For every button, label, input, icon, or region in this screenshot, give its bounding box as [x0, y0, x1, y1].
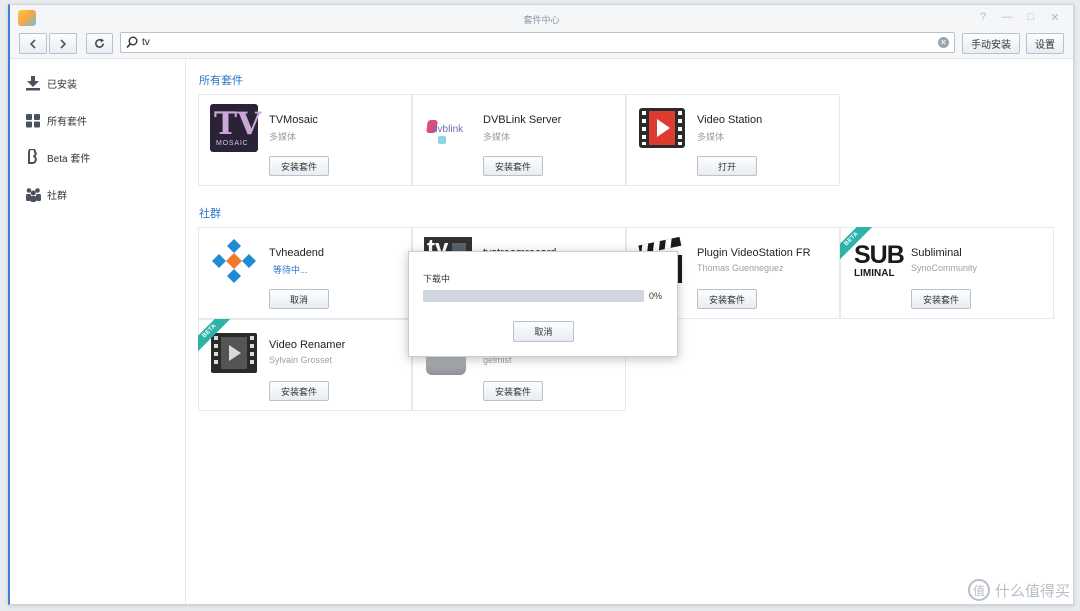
download-icon [24, 75, 42, 91]
dialog-cancel-button[interactable]: 取消 [513, 321, 574, 342]
chevron-left-icon [29, 38, 36, 49]
install-button[interactable]: 安装套件 [483, 156, 543, 176]
back-button[interactable] [19, 33, 47, 54]
beta-badge: BETA [198, 319, 230, 351]
package-card-tvmosaic[interactable]: TV MOSAIC TVMosaic 多媒体 安装套件 [198, 94, 412, 186]
package-author: Thomas Guenneguez [697, 263, 784, 273]
section-title-community: 社群 [199, 208, 221, 220]
beta-badge: BETA [840, 227, 872, 259]
sidebar-item-label: 所有套件 [47, 116, 87, 128]
package-name: TVMosaic [269, 114, 318, 126]
package-name: Video Station [697, 114, 763, 126]
forward-button[interactable] [49, 33, 77, 54]
download-progress-dialog: 下载中 0% 取消 [408, 251, 678, 357]
watermark-icon: 值 [967, 579, 990, 601]
package-status: 等待中... [273, 265, 308, 275]
sidebar-item-installed[interactable]: 已安装 [24, 73, 77, 93]
video-station-logo-icon [638, 104, 686, 152]
beta-icon [24, 149, 42, 165]
sidebar-item-beta[interactable]: Beta 套件 [24, 147, 90, 167]
package-card-dvblink[interactable]: dvblink DVBLink Server 多媒体 安装套件 [412, 94, 626, 186]
package-category: 多媒体 [697, 132, 725, 142]
sidebar-item-all-packages[interactable]: 所有套件 [24, 110, 87, 130]
install-button[interactable]: 安装套件 [911, 289, 971, 309]
install-button[interactable]: 安装套件 [269, 156, 329, 176]
package-name: Tvheadend [269, 247, 325, 259]
package-category: 多媒体 [269, 132, 297, 142]
progress-percent: 0% [649, 291, 663, 301]
window-title: 套件中心 [523, 15, 560, 25]
search-input[interactable] [142, 35, 932, 50]
clear-search-icon[interactable]: ✕ [938, 37, 949, 48]
close-icon[interactable]: ✕ [1048, 11, 1062, 24]
watermark: 值 什么值得买 [967, 579, 1070, 601]
minimize-icon[interactable]: — [1000, 11, 1014, 23]
search-icon [126, 36, 138, 49]
install-button[interactable]: 安装套件 [697, 289, 757, 309]
open-button[interactable]: 打开 [697, 156, 757, 176]
dvblink-logo-icon: dvblink [424, 104, 472, 152]
tvheadend-logo-icon [210, 237, 258, 285]
grid-icon [24, 112, 42, 128]
sidebar-item-label: Beta 套件 [47, 153, 91, 165]
help-icon[interactable]: ? [976, 11, 990, 23]
install-button[interactable]: 安装套件 [269, 381, 329, 401]
section-title-all-packages: 所有套件 [199, 75, 243, 87]
package-name: DVBLink Server [483, 114, 562, 126]
cancel-install-button[interactable]: 取消 [269, 289, 329, 309]
package-author: Sylvain Grosset [269, 355, 333, 365]
package-card-tvheadend[interactable]: Tvheadend 等待中... 取消 [198, 227, 412, 319]
maximize-icon[interactable]: □ [1024, 11, 1038, 23]
package-name: Plugin VideoStation FR [697, 247, 811, 259]
sidebar-item-community[interactable]: 社群 [24, 184, 67, 204]
sidebar: 已安装 所有套件 Beta 套件 社群 [10, 60, 186, 604]
install-button[interactable]: 安装套件 [483, 381, 543, 401]
package-card-video-renamer[interactable]: BETA Video Renamer Sylvain Grosset 安装套件 [198, 319, 412, 411]
refresh-icon [95, 38, 105, 48]
package-card-video-station[interactable]: Video Station 多媒体 打开 [626, 94, 840, 186]
sidebar-item-label: 已安装 [47, 79, 77, 91]
package-author: SynoCommunity [911, 263, 978, 273]
chevron-right-icon [60, 38, 67, 49]
settings-button[interactable]: 设置 [1026, 33, 1064, 54]
download-progress-bar [423, 290, 644, 302]
watermark-text: 什么值得买 [994, 582, 1070, 600]
package-card-subliminal[interactable]: SUB LIMINAL BETA Subliminal SynoCommunit… [840, 227, 1054, 319]
toolbar: ✕ 手动安装 设置 [10, 31, 1073, 59]
sidebar-item-label: 社群 [47, 190, 67, 202]
package-name: Video Renamer [269, 339, 346, 351]
manual-install-button[interactable]: 手动安装 [962, 33, 1020, 54]
community-icon [24, 186, 42, 202]
title-bar: 套件中心 ? — □ ✕ [10, 5, 1073, 31]
search-box: ✕ [120, 32, 955, 53]
package-name: Subliminal [911, 247, 962, 259]
package-category: 多媒体 [483, 132, 511, 142]
dialog-title: 下载中 [423, 274, 451, 284]
refresh-button[interactable] [86, 33, 113, 54]
tvmosaic-logo-icon: TV MOSAIC [210, 104, 261, 152]
